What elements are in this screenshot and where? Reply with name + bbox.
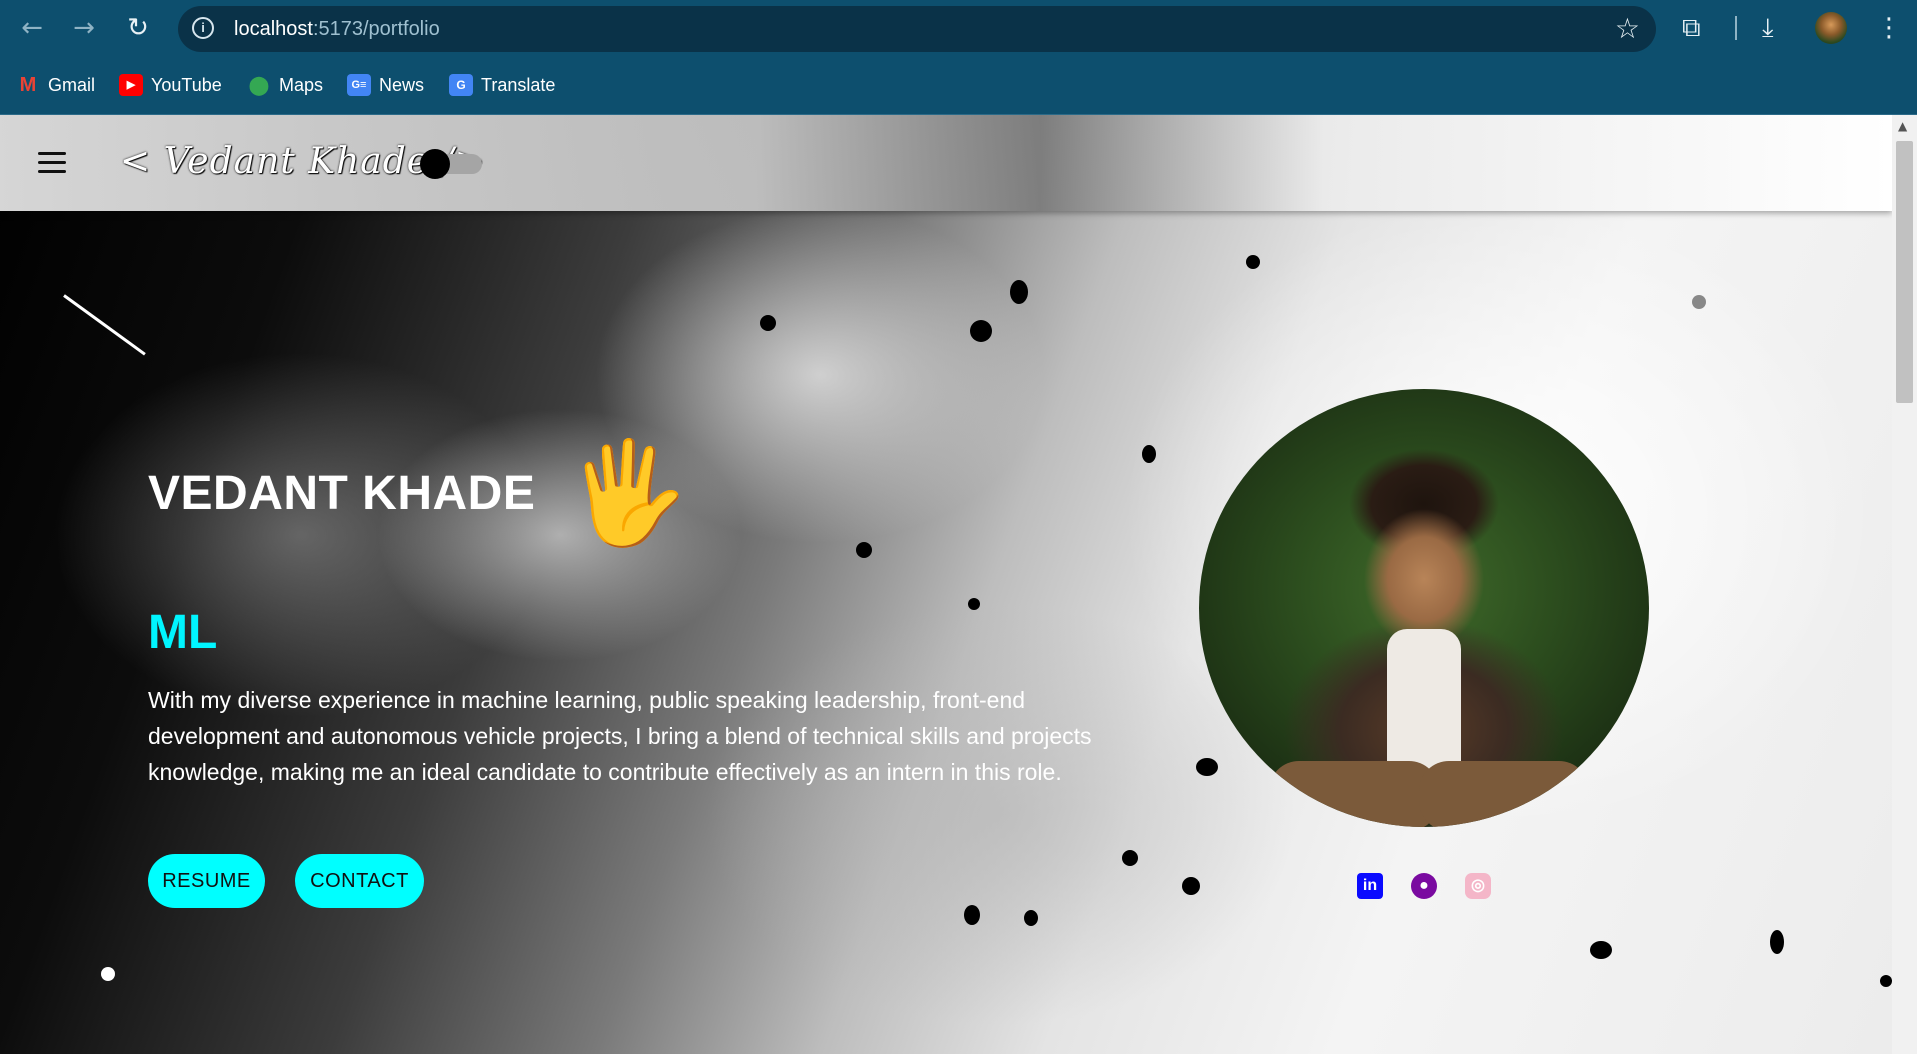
ink-splat xyxy=(1692,295,1706,309)
ink-splat xyxy=(1182,877,1200,895)
maps-icon: ⬤ xyxy=(248,75,270,95)
bookmark-star-icon[interactable]: ☆ xyxy=(1615,12,1640,45)
download-icon[interactable]: ⤓ xyxy=(1762,10,1774,46)
ink-splat xyxy=(1196,758,1218,776)
back-icon[interactable]: ← xyxy=(14,10,50,46)
bookmark-translate[interactable]: G Translate xyxy=(449,72,555,98)
page-scrollbar[interactable]: ▲ xyxy=(1892,115,1917,1054)
ink-splat xyxy=(856,542,872,558)
role-typing-text: ML xyxy=(148,606,218,659)
gmail-icon: M xyxy=(19,74,37,96)
url-path: :5173/portfolio xyxy=(312,18,440,40)
address-bar[interactable]: i localhost:5173/portfolio ☆ xyxy=(178,6,1656,52)
toolbar-divider xyxy=(1735,16,1737,40)
ink-splat xyxy=(1246,255,1260,269)
hero-bio: With my diverse experience in machine le… xyxy=(148,687,1092,785)
menu-kebab-icon[interactable]: ⋮ xyxy=(1876,10,1902,46)
theme-toggle[interactable] xyxy=(420,149,482,179)
portfolio-page: < Vedant Khade /> VEDANT KHADE 🖐 ML With… xyxy=(0,115,1892,1054)
ink-splat xyxy=(1010,280,1028,304)
instagram-icon[interactable]: ◎ xyxy=(1465,873,1491,899)
site-info-icon[interactable]: i xyxy=(192,17,214,39)
white-streak xyxy=(63,294,146,356)
waving-hand-icon: 🖐 xyxy=(565,434,690,551)
bookmark-maps[interactable]: ⬤ Maps xyxy=(247,72,323,98)
bookmark-label: Translate xyxy=(481,74,556,95)
resume-button[interactable]: RESUME xyxy=(148,854,265,908)
profile-avatar[interactable] xyxy=(1815,12,1847,44)
ink-splat xyxy=(1122,850,1138,866)
ink-splat xyxy=(964,905,980,925)
reload-icon[interactable]: ↻ xyxy=(120,10,156,46)
ink-splat xyxy=(1024,910,1038,926)
photo-shirt xyxy=(1387,629,1461,779)
photo-leg xyxy=(1269,761,1439,827)
extensions-icon[interactable]: ⧉ xyxy=(1682,10,1701,46)
forward-icon[interactable]: → xyxy=(66,10,102,46)
bookmark-label: News xyxy=(379,74,425,95)
news-icon: G≡ xyxy=(347,74,371,96)
profile-photo xyxy=(1199,389,1649,827)
hero-name: VEDANT KHADE xyxy=(148,467,536,520)
ink-splat xyxy=(970,320,992,342)
url-text[interactable]: localhost:5173/portfolio xyxy=(234,18,440,41)
bookmark-news[interactable]: G≡ News xyxy=(347,72,424,98)
scrollbar-thumb[interactable] xyxy=(1896,141,1913,403)
ink-splat xyxy=(1590,941,1612,959)
bookmarks-bar: M Gmail ▶ YouTube ⬤ Maps G≡ News G Trans… xyxy=(0,56,1917,115)
translate-icon: G xyxy=(449,74,473,96)
scroll-up-icon[interactable]: ▲ xyxy=(1898,119,1907,133)
site-header: < Vedant Khade /> xyxy=(0,115,1892,211)
ink-splat xyxy=(760,315,776,331)
bookmark-gmail[interactable]: M Gmail xyxy=(16,72,95,98)
contact-button[interactable]: CONTACT xyxy=(295,854,424,908)
ink-splat xyxy=(1142,445,1156,463)
ink-splat xyxy=(968,598,980,610)
photo-leg xyxy=(1419,761,1589,827)
linkedin-icon[interactable]: in xyxy=(1357,873,1383,899)
bookmark-label: Gmail xyxy=(48,74,96,95)
bookmark-youtube[interactable]: ▶ YouTube xyxy=(119,72,222,98)
ink-splat xyxy=(1770,930,1784,954)
hamburger-menu-icon[interactable] xyxy=(38,152,66,174)
bookmark-label: YouTube xyxy=(151,74,222,95)
github-icon[interactable]: ● xyxy=(1411,873,1437,899)
url-host: localhost xyxy=(234,18,313,40)
bookmark-label: Maps xyxy=(279,74,324,95)
browser-toolbar: ← → ↻ i localhost:5173/portfolio ☆ ⧉ ⤓ ⋮ xyxy=(0,0,1917,56)
cursor-dot xyxy=(101,967,115,981)
ink-splat xyxy=(1880,975,1892,987)
toggle-knob xyxy=(420,149,450,179)
youtube-icon: ▶ xyxy=(119,74,143,96)
